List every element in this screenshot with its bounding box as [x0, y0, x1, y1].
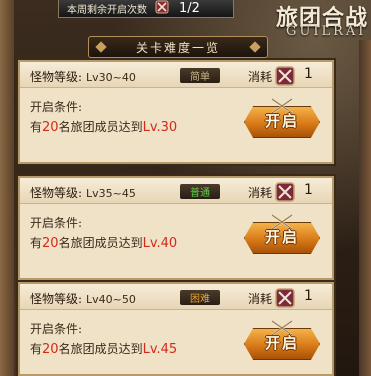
diamond-ornament-icon: [249, 41, 261, 53]
monster-level: 怪物等级: Lv40~50: [30, 290, 136, 307]
open-button[interactable]: 开启: [244, 320, 320, 362]
condition-prefix: 有: [30, 236, 43, 250]
condition-count: 20: [42, 120, 59, 135]
crossed-swords-icon: [274, 181, 296, 207]
crossed-swords-icon: [155, 0, 169, 18]
cost-value: 1: [304, 66, 313, 82]
left-frame-rail: [0, 0, 14, 376]
monster-level-label: 怪物等级:: [30, 292, 83, 306]
condition-prefix: 有: [30, 342, 43, 356]
monster-level-range: Lv35~45: [86, 187, 136, 200]
condition-count: 20: [42, 236, 59, 251]
crossed-swords-icon: [274, 287, 296, 313]
condition-middle: 名旅团成员达到: [58, 342, 143, 356]
difficulty-text: 简单: [190, 72, 210, 83]
condition-middle: 名旅团成员达到: [58, 236, 143, 250]
condition-title: 开启条件:: [30, 100, 83, 114]
cost-value: 1: [304, 288, 313, 304]
crossed-swords-icon: [274, 65, 296, 91]
level-card-hard: 怪物等级: Lv40~50 困难 消耗 1 开启条件: 有20名旅团成员达到Lv.…: [18, 282, 334, 376]
open-button-label: 开启: [264, 112, 299, 130]
condition-text: 有20名旅团成员达到Lv.45: [30, 340, 177, 357]
monster-level-label: 怪物等级:: [30, 70, 83, 84]
monster-level: 怪物等级: Lv35~45: [30, 184, 136, 201]
condition-level: Lv.40: [142, 236, 178, 251]
condition-text: 有20名旅团成员达到Lv.30: [30, 118, 177, 135]
difficulty-badge: 普通: [180, 184, 220, 199]
level-card-easy: 怪物等级: Lv30~40 简单 消耗 1 开启条件: 有20名旅团成员达到Lv.…: [18, 60, 334, 164]
difficulty-text: 困难: [190, 294, 210, 305]
condition-level: Lv.30: [142, 120, 178, 135]
condition-title: 开启条件:: [30, 322, 83, 336]
level-card-normal: 怪物等级: Lv35~45 普通 消耗 1 开启条件: 有20名旅团成员达到Lv.…: [18, 176, 334, 280]
panel-header: 关卡难度一览: [88, 36, 268, 58]
panel-title: 关卡难度一览: [135, 40, 220, 55]
open-button-label: 开启: [264, 228, 299, 246]
cost-label: 消耗: [248, 186, 273, 200]
cost-label: 消耗: [248, 292, 273, 306]
cost-value: 1: [304, 182, 313, 198]
condition-count: 20: [42, 342, 59, 357]
open-button-label: 开启: [264, 334, 299, 352]
condition-prefix: 有: [30, 120, 43, 134]
monster-level: 怪物等级: Lv30~40: [30, 68, 136, 85]
difficulty-badge: 困难: [180, 290, 220, 305]
condition-middle: 名旅团成员达到: [58, 120, 143, 134]
monster-level-label: 怪物等级:: [30, 186, 83, 200]
counter-value: 1/2: [179, 1, 200, 16]
difficulty-text: 普通: [190, 188, 210, 199]
monster-level-range: Lv30~40: [86, 71, 136, 84]
condition-level: Lv.45: [142, 342, 178, 357]
cost-label: 消耗: [248, 70, 273, 84]
open-button[interactable]: 开启: [244, 214, 320, 256]
condition-text: 有20名旅团成员达到Lv.40: [30, 234, 177, 251]
counter-label: 本周剩余开启次数: [67, 5, 147, 16]
right-frame-rail: [359, 40, 371, 376]
monster-level-range: Lv40~50: [86, 293, 136, 306]
diamond-ornament-icon: [95, 41, 107, 53]
condition-title: 开启条件:: [30, 216, 83, 230]
difficulty-badge: 简单: [180, 68, 220, 83]
guild-battle-subtitle: GUILRAI: [286, 24, 367, 39]
open-button[interactable]: 开启: [244, 98, 320, 140]
weekly-open-counter: 本周剩余开启次数 1/2: [58, 0, 234, 18]
